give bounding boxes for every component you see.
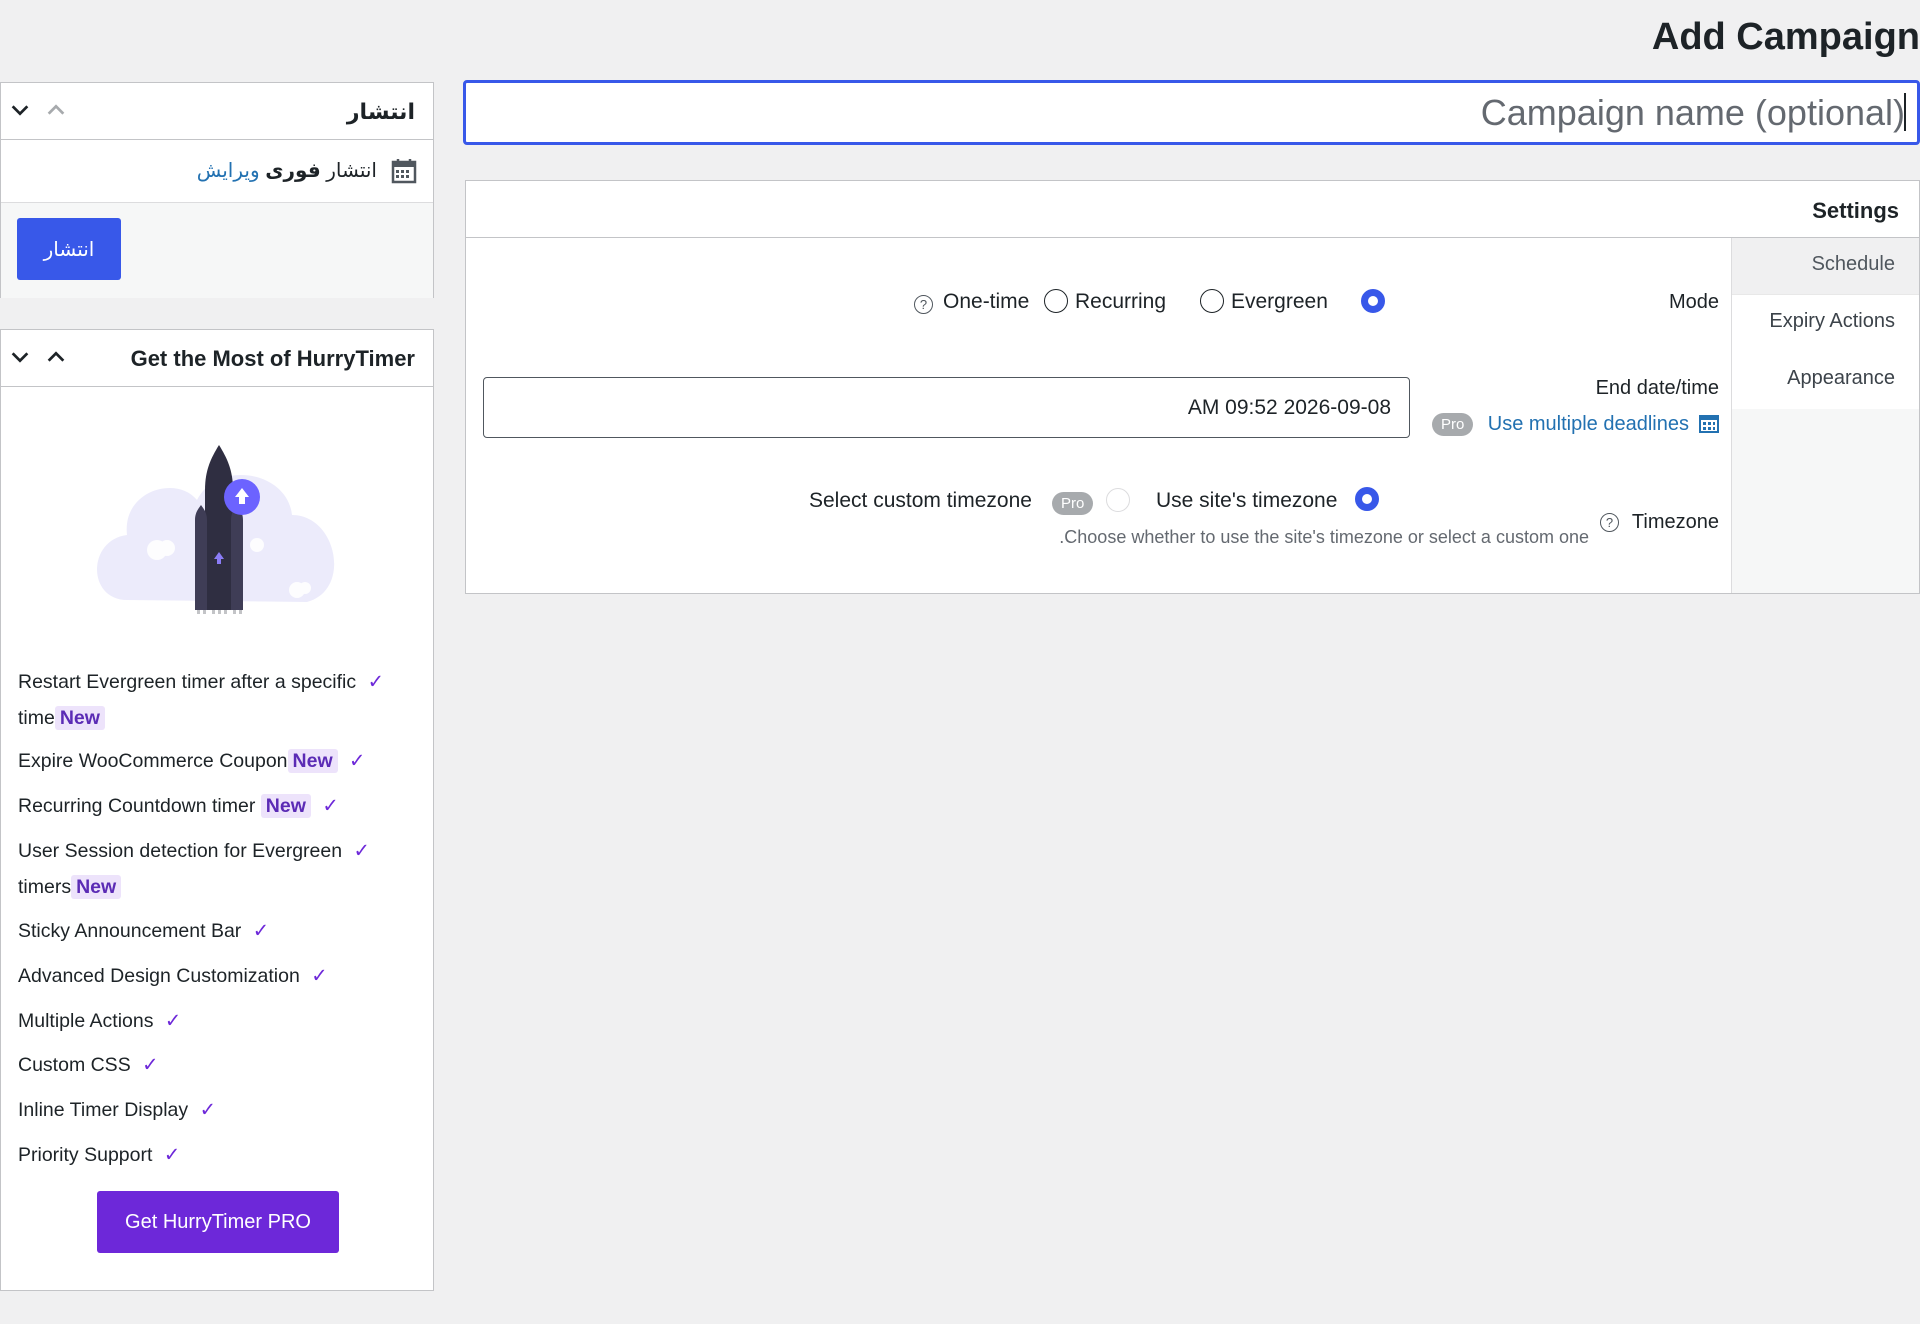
- rocket-illustration: [97, 445, 335, 614]
- promo-box-title: Get the Most of HurryTimer: [130, 346, 415, 371]
- use-multiple-deadlines-link[interactable]: Use multiple deadlines: [1488, 413, 1689, 436]
- pro-badge: Pro: [1432, 413, 1474, 436]
- feature-item: Multiple Actions ✓: [18, 1010, 182, 1032]
- feature-item: Recurring Countdown timer New ✓: [18, 794, 339, 818]
- help-icon[interactable]: ?: [914, 295, 933, 314]
- publish-status-value: فوری: [265, 160, 321, 182]
- chevron-up-icon[interactable]: [45, 346, 71, 370]
- text-caret: [1904, 93, 1906, 131]
- publish-status-row: انتشار فوری ویرایش: [1, 140, 433, 203]
- check-icon: ✓: [163, 1144, 181, 1166]
- settings-tabs: Schedule Expiry Actions Appearance: [1731, 238, 1919, 593]
- publish-box-header: انتشار: [1, 83, 433, 140]
- tab-schedule[interactable]: Schedule: [1732, 238, 1919, 295]
- feature-item: Inline Timer Display ✓: [18, 1099, 216, 1121]
- chevron-down-icon[interactable]: [9, 346, 35, 370]
- timezone-description: Choose whether to use the site's timezon…: [1059, 527, 1589, 547]
- new-badge: New: [71, 875, 122, 899]
- end-datetime-label: End date/time: [1595, 377, 1719, 399]
- feature-item: Restart Evergreen timer after a specific…: [18, 671, 384, 730]
- chevron-down-icon[interactable]: [9, 99, 35, 123]
- publish-status-label: انتشار: [326, 160, 377, 182]
- mode-label: Mode: [1668, 291, 1719, 313]
- new-badge: New: [260, 794, 311, 818]
- campaign-name-input[interactable]: [463, 80, 1920, 145]
- timezone-label: Timezone: [1631, 511, 1719, 533]
- pro-badge: Pro: [1052, 492, 1094, 515]
- feature-item: Custom CSS ✓: [18, 1054, 159, 1076]
- mode-onetime-radio[interactable]: [1044, 289, 1068, 313]
- mode-recurring-radio[interactable]: [1200, 289, 1224, 313]
- tab-expiry-actions[interactable]: Expiry Actions: [1732, 295, 1919, 352]
- page-title: Add Campaign: [1651, 16, 1920, 58]
- help-icon[interactable]: ?: [1600, 513, 1619, 532]
- check-icon: ✓: [311, 965, 328, 987]
- check-icon: ✓: [252, 920, 270, 942]
- tab-appearance[interactable]: Appearance: [1732, 352, 1919, 409]
- feature-item: User Session detection for Evergreen ✓ t…: [18, 840, 370, 899]
- timezone-site-label[interactable]: Use site's timezone: [1156, 489, 1337, 513]
- settings-header: Settings: [466, 181, 1919, 238]
- timezone-custom-label[interactable]: Select custom timezone: [809, 489, 1032, 513]
- mode-evergreen-label[interactable]: Evergreen: [1231, 290, 1328, 314]
- get-pro-button[interactable]: Get HurryTimer PRO: [97, 1191, 339, 1253]
- new-badge: New: [287, 749, 338, 773]
- check-icon: ✓: [353, 840, 370, 862]
- feature-item: Sticky Announcement Bar ✓: [18, 920, 270, 942]
- mode-evergreen-radio[interactable]: [1361, 289, 1385, 313]
- publish-box-title: انتشار: [346, 99, 415, 124]
- feature-item: Expire WooCommerce Coupon New ✓: [18, 749, 366, 773]
- promo-box: Get the Most of HurryTimer Restart Everg…: [0, 329, 434, 1291]
- calendar-icon[interactable]: [1699, 413, 1719, 438]
- new-badge: New: [54, 706, 105, 730]
- feature-item: Priority Support ✓: [18, 1144, 181, 1166]
- publish-actions: انتشار: [1, 203, 433, 298]
- edit-publish-date-link[interactable]: ویرایش: [197, 160, 260, 182]
- check-icon: ✓: [164, 1010, 182, 1032]
- promo-box-header: Get the Most of HurryTimer: [1, 330, 433, 387]
- check-icon: ✓: [322, 795, 339, 817]
- publish-button[interactable]: انتشار: [17, 218, 121, 280]
- check-icon: ✓: [349, 750, 366, 772]
- check-icon: ✓: [367, 671, 384, 693]
- timezone-site-radio[interactable]: [1355, 487, 1379, 511]
- feature-item: Advanced Design Customization ✓: [18, 965, 328, 987]
- publish-box: انتشار انتشار فوری ویرایش انتشار: [0, 82, 434, 298]
- mode-recurring-label[interactable]: Recurring: [1075, 290, 1166, 314]
- settings-panel: Settings Schedule Expiry Actions Appeara…: [465, 180, 1920, 594]
- settings-title: Settings: [1812, 198, 1899, 223]
- check-icon: ✓: [142, 1054, 159, 1076]
- chevron-up-icon[interactable]: [45, 99, 71, 123]
- timezone-custom-radio[interactable]: [1106, 488, 1130, 512]
- mode-onetime-label[interactable]: One-time: [943, 290, 1029, 314]
- end-datetime-input[interactable]: [483, 377, 1410, 438]
- check-icon: ✓: [199, 1099, 216, 1121]
- calendar-icon: [391, 158, 417, 190]
